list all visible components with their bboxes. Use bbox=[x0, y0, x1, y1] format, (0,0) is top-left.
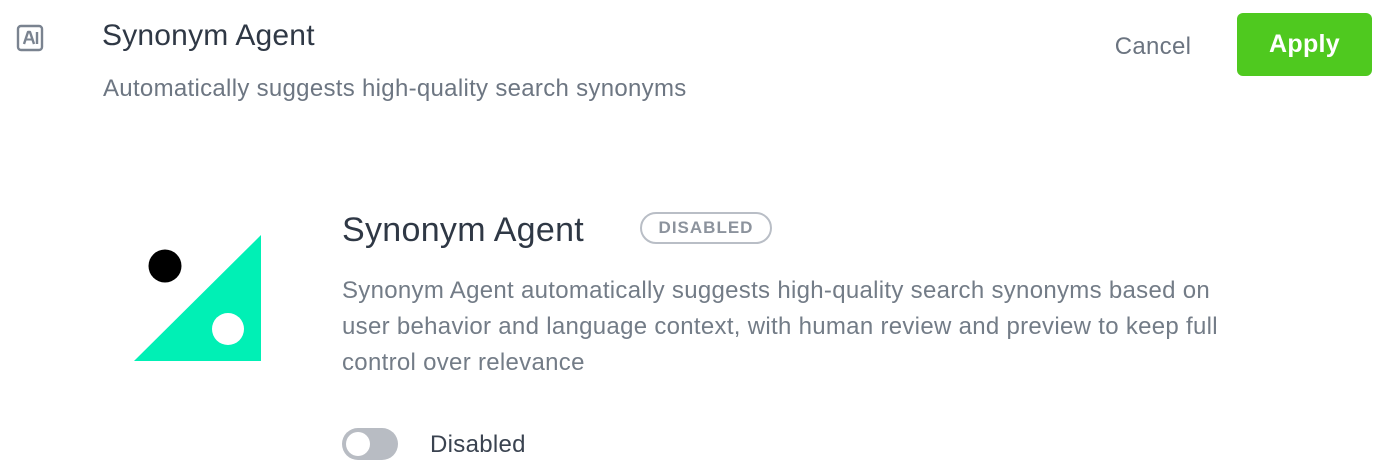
toggle-knob bbox=[346, 432, 370, 456]
ai-icon bbox=[16, 24, 44, 52]
agent-description: Synonym Agent automatically suggests hig… bbox=[342, 277, 1218, 376]
synonym-agent-logo bbox=[134, 235, 261, 361]
page-title: Synonym Agent bbox=[102, 19, 315, 52]
page-subtitle: Automatically suggests high-quality sear… bbox=[103, 75, 687, 102]
toggle-label: Disabled bbox=[430, 431, 526, 458]
enable-toggle[interactable] bbox=[342, 428, 398, 460]
status-badge: DISABLED bbox=[640, 212, 772, 244]
agent-title: Synonym Agent bbox=[342, 211, 585, 249]
agent-settings-page: Synonym Agent Automatically suggests hig… bbox=[0, 0, 1384, 468]
cancel-button[interactable]: Cancel bbox=[1094, 22, 1212, 72]
apply-button[interactable]: Apply bbox=[1237, 13, 1372, 76]
